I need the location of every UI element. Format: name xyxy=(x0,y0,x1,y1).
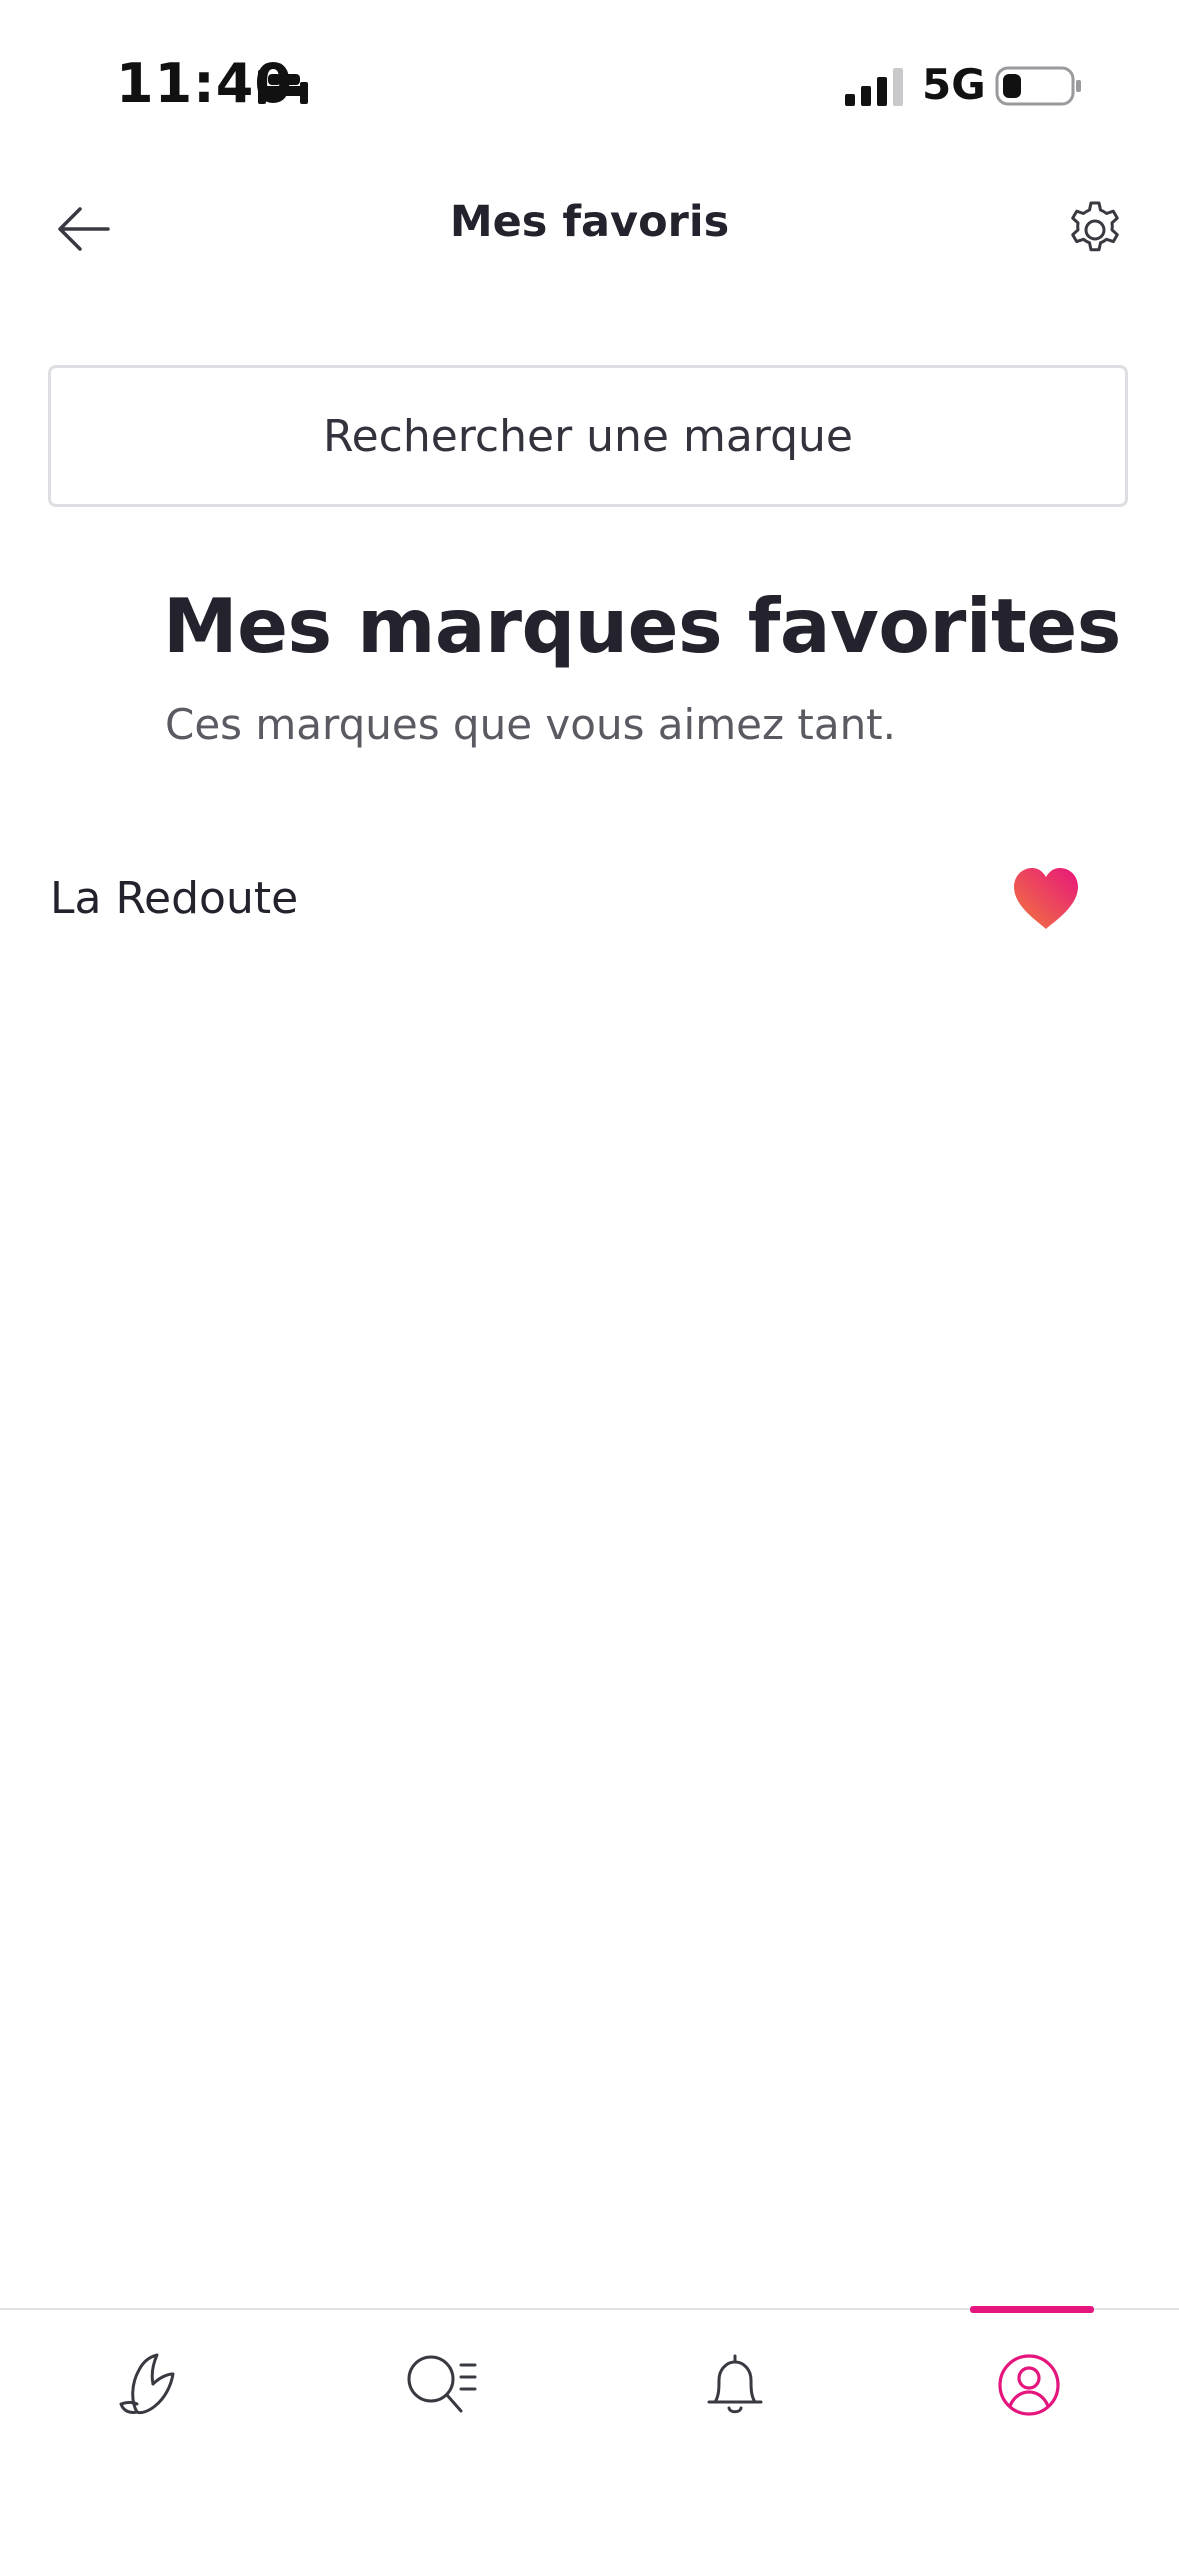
butterfly-icon xyxy=(119,2353,175,2415)
nav-home[interactable] xyxy=(0,2310,294,2460)
search-brand-button[interactable]: Rechercher une marque xyxy=(48,365,1128,507)
nav-profile[interactable] xyxy=(882,2310,1176,2460)
bed-icon xyxy=(258,70,308,104)
cellular-signal-icon xyxy=(845,68,903,106)
search-list-icon xyxy=(407,2355,477,2413)
battery-icon xyxy=(995,66,1081,106)
network-type: 5G xyxy=(922,60,986,109)
gear-icon xyxy=(1071,201,1119,252)
bottom-navigation xyxy=(0,2306,1179,2558)
brand-name: La Redoute xyxy=(50,873,299,924)
status-bar: 11:40 5G xyxy=(0,0,1179,175)
nav-notifications[interactable] xyxy=(588,2310,882,2460)
bell-icon xyxy=(707,2354,763,2414)
nav-search[interactable] xyxy=(294,2310,588,2460)
page-title: Mes favoris xyxy=(449,197,730,247)
profile-icon xyxy=(998,2354,1060,2416)
brand-list-item[interactable]: La Redoute xyxy=(0,855,1179,945)
favorites-subtitle: Ces marques que vous aimez tant. xyxy=(165,700,897,749)
top-app-bar: Mes favoris xyxy=(0,175,1179,285)
heart-icon[interactable] xyxy=(1010,865,1082,933)
settings-button[interactable] xyxy=(1058,193,1132,267)
favorites-title: Mes marques favorites xyxy=(163,582,1121,670)
